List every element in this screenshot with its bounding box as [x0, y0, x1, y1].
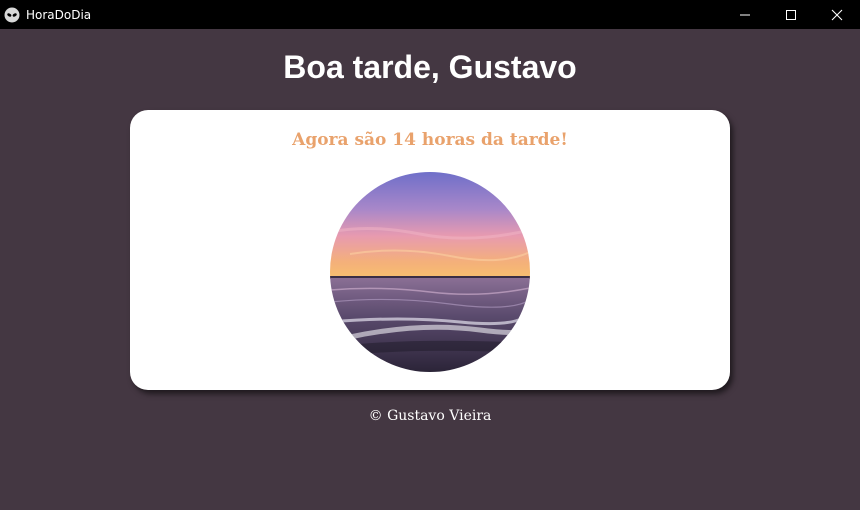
time-message: Agora são 14 horas da tarde! — [292, 130, 568, 150]
greeting-heading: Boa tarde, Gustavo — [283, 49, 577, 85]
alien-icon — [4, 7, 20, 23]
sunset-beach-image — [330, 172, 530, 372]
window-title: HoraDoDia — [26, 7, 92, 22]
footer-copyright: © Gustavo Vieira — [368, 408, 492, 424]
maximize-icon — [786, 9, 796, 20]
time-card: Agora são 14 horas da tarde! — [130, 110, 730, 390]
title-bar[interactable]: HoraDoDia — [0, 0, 860, 29]
window-controls — [722, 0, 860, 29]
minimize-button[interactable] — [722, 0, 768, 29]
close-button[interactable] — [814, 0, 860, 29]
minimize-icon — [740, 14, 750, 15]
maximize-button[interactable] — [768, 0, 814, 29]
close-icon — [831, 9, 843, 20]
